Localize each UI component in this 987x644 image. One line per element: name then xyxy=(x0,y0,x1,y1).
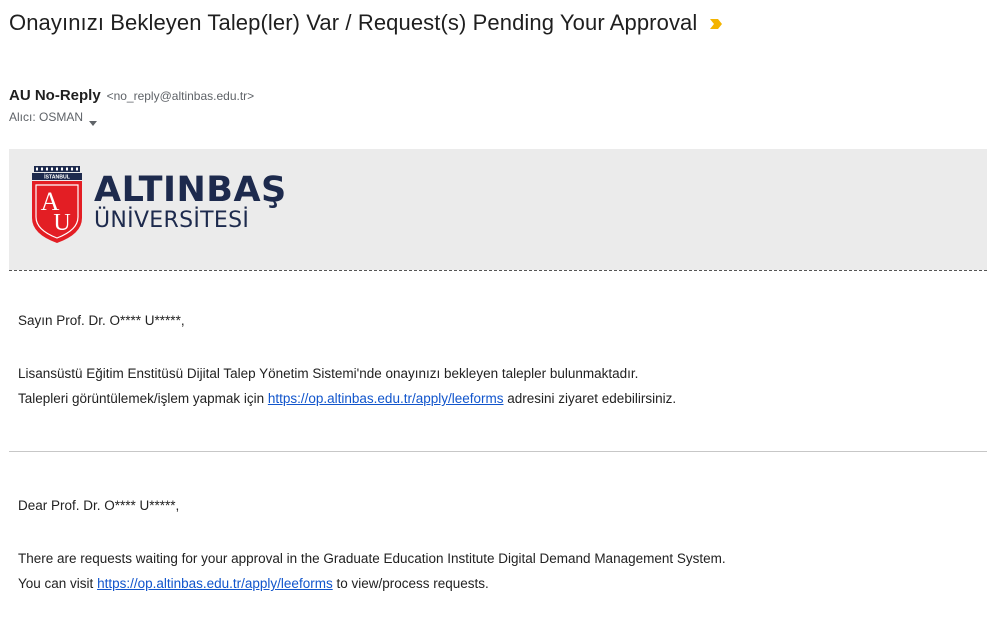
email-view: Onayınızı Bekleyen Talep(ler) Var / Requ… xyxy=(0,0,987,644)
email-subject: Onayınızı Bekleyen Talep(ler) Var / Requ… xyxy=(9,10,698,35)
message-turkish-suffix: adresini ziyaret edebilirsiniz. xyxy=(503,391,677,406)
university-logo: İSTANBUL A U ALTINBAŞ ÜNİVERSİTESİ xyxy=(30,166,287,244)
message-english-prefix: You can visit xyxy=(18,576,98,591)
leeforms-link-turkish[interactable]: https://op.altinbas.edu.tr/apply/leeform… xyxy=(268,391,504,406)
message-turkish-line-1: Lisansüstü Eğitim Enstitüsü Dijital Tale… xyxy=(18,366,639,381)
sender-email: <no_reply@altinbas.edu.tr> xyxy=(106,89,255,103)
chevron-down-icon[interactable] xyxy=(89,115,98,126)
university-banner: İSTANBUL A U ALTINBAŞ ÜNİVERSİTESİ xyxy=(9,149,987,270)
banner-divider xyxy=(9,270,987,271)
logo-title: ALTINBAŞ xyxy=(94,170,287,210)
message-english-line-2: You can visit https://op.altinbas.edu.tr… xyxy=(18,576,489,591)
leeforms-link-english[interactable]: https://op.altinbas.edu.tr/apply/leeform… xyxy=(97,576,333,591)
message-english-line-1: There are requests waiting for your appr… xyxy=(18,551,726,566)
importance-marker-icon[interactable] xyxy=(709,17,723,29)
university-shield-icon: İSTANBUL A U xyxy=(32,166,82,243)
greeting-turkish: Sayın Prof. Dr. O**** U*****, xyxy=(18,313,185,328)
greeting-english: Dear Prof. Dr. O**** U*****, xyxy=(18,498,180,513)
svg-text:İSTANBUL: İSTANBUL xyxy=(44,174,71,181)
sender-row: AU No-Reply <no_reply@altinbas.edu.tr> xyxy=(9,87,254,104)
message-turkish-prefix: Talepleri görüntülemek/işlem yapmak için xyxy=(18,391,268,406)
logo-subtitle: ÜNİVERSİTESİ xyxy=(94,208,250,233)
section-divider xyxy=(9,451,987,452)
svg-text:U: U xyxy=(53,210,70,236)
subject-row: Onayınızı Bekleyen Talep(ler) Var / Requ… xyxy=(9,10,723,36)
recipient-details-toggle[interactable]: Alıcı: OSMAN xyxy=(9,110,98,126)
message-english-suffix: to view/process requests. xyxy=(332,576,489,591)
sender-name[interactable]: AU No-Reply xyxy=(9,87,101,104)
recipient-label: Alıcı: OSMAN xyxy=(9,110,84,124)
message-turkish-line-2: Talepleri görüntülemek/işlem yapmak için… xyxy=(18,391,676,406)
